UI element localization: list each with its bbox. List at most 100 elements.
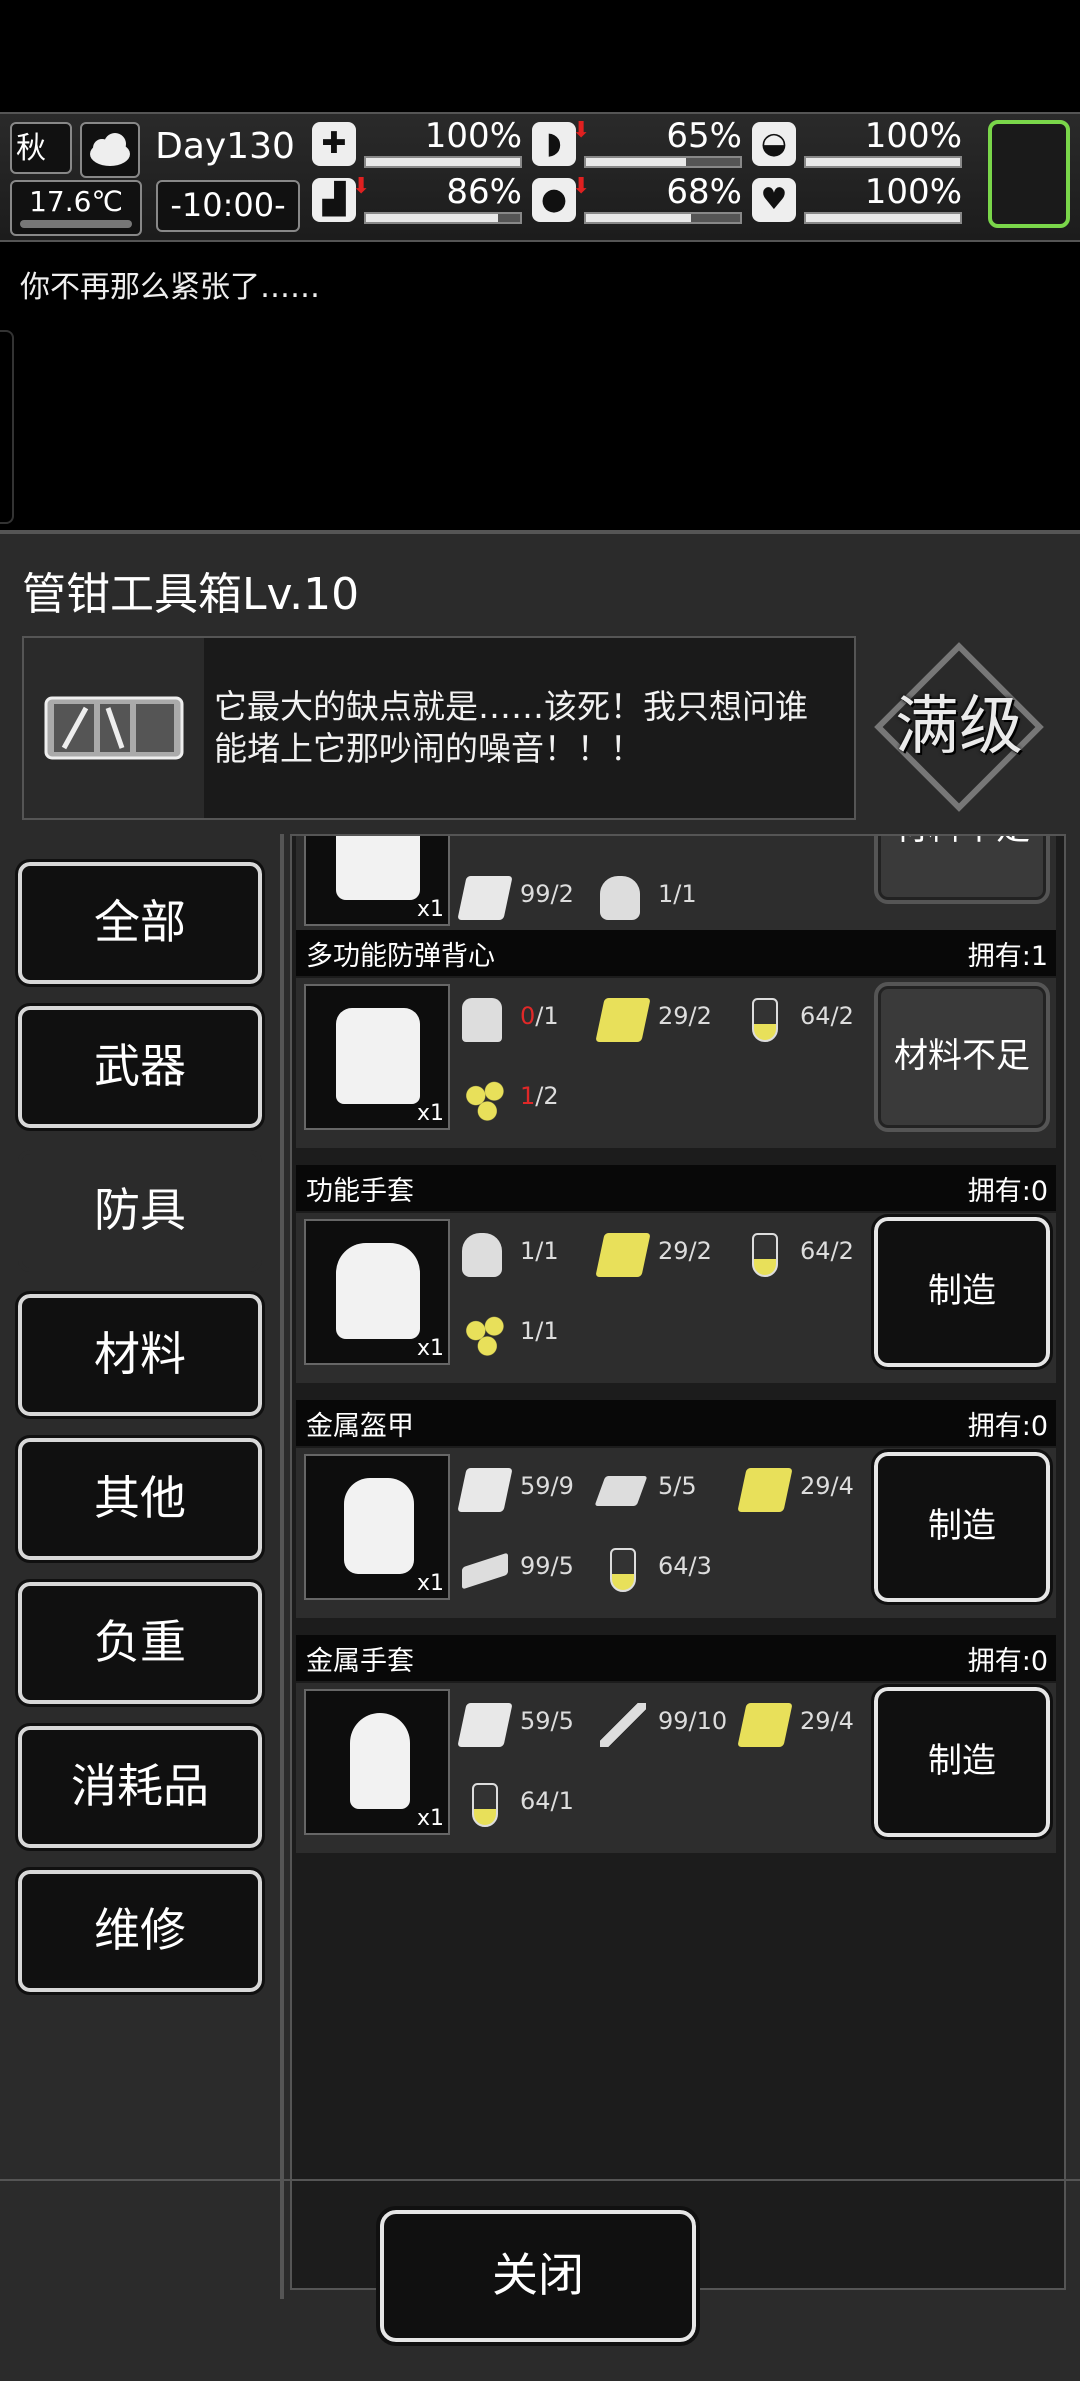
material-qty: 1/1 bbox=[520, 1237, 559, 1265]
flask-icon bbox=[610, 1548, 636, 1592]
material-need: /2 bbox=[688, 1002, 712, 1030]
material-have: 1 bbox=[520, 1317, 536, 1345]
stat-mood: ♥ 100% bbox=[752, 172, 962, 226]
category-tab-5[interactable]: 负重 bbox=[15, 1579, 265, 1707]
material-need: /5 bbox=[673, 1472, 697, 1500]
stat-bar bbox=[804, 212, 962, 224]
flask-icon bbox=[752, 1233, 778, 1277]
side-tab-edge[interactable] bbox=[0, 330, 14, 524]
material-have: 1 bbox=[520, 1237, 536, 1265]
stat-bar-fill bbox=[586, 214, 691, 222]
quantity-x1: x1 bbox=[416, 1806, 444, 1831]
owned-count: 拥有:0 bbox=[967, 1646, 1048, 1677]
stat-hunger: ◗ ⬇ 65% bbox=[532, 116, 742, 170]
material-have: 0 bbox=[520, 1002, 536, 1030]
armor-item-icon bbox=[344, 1478, 414, 1574]
material-qty: 29/2 bbox=[658, 1237, 712, 1265]
item-thumbnail: x1 bbox=[304, 836, 450, 926]
stat-thirst: ● ⬇ 68% bbox=[532, 172, 742, 226]
material-qty: 0/1 bbox=[520, 1002, 559, 1030]
material-have: 59 bbox=[520, 1472, 551, 1500]
medkit-icon: ✚ bbox=[312, 122, 356, 166]
category-tab-7[interactable]: 维修 bbox=[15, 1867, 265, 1995]
category-divider bbox=[280, 834, 284, 2299]
day-label: Day130 bbox=[155, 126, 295, 167]
stat-value: 100% bbox=[424, 116, 522, 156]
quantity-x1: x1 bbox=[416, 1101, 444, 1126]
material-qty: 99/5 bbox=[520, 1552, 574, 1580]
category-tab-2[interactable]: 防具 bbox=[18, 1150, 262, 1272]
cloth-icon bbox=[457, 1468, 513, 1512]
stat-bar bbox=[584, 156, 742, 168]
material-have: 29 bbox=[800, 1707, 831, 1735]
recipe-body: x1 59/5 99/10 29/4 64/1 制造 bbox=[296, 1683, 1056, 1853]
stomach-icon: ◗ bbox=[532, 122, 576, 166]
material-have: 29 bbox=[658, 1237, 689, 1265]
material-qty: 59/5 bbox=[520, 1707, 574, 1735]
recipe-header: 功能手套 拥有:0 bbox=[296, 1165, 1056, 1211]
material-need: /9 bbox=[550, 1472, 574, 1500]
gold-nuggets-icon bbox=[462, 1078, 508, 1122]
craft-button[interactable]: 制造 bbox=[871, 1449, 1053, 1605]
item-thumbnail: x1 bbox=[304, 1219, 450, 1365]
gold-cloth-icon bbox=[595, 998, 651, 1042]
material-have: 99 bbox=[658, 1707, 689, 1735]
item-thumbnail: x1 bbox=[304, 1689, 450, 1835]
material-qty: 1/1 bbox=[520, 1317, 559, 1345]
quantity-x1: x1 bbox=[416, 897, 444, 922]
footer-divider bbox=[0, 2179, 1080, 2181]
stat-health: ✚ 100% bbox=[312, 116, 522, 170]
recipe-header: 金属手套 拥有:0 bbox=[296, 1635, 1056, 1681]
craft-button-disabled[interactable]: 材料不足 bbox=[874, 982, 1050, 1132]
cloth-icon bbox=[457, 1703, 513, 1747]
crafting-panel: 管钳工具箱Lv.10 它最大的缺点就是……该死！我只想问谁能堵上它那吵闹的噪音！… bbox=[0, 530, 1080, 2381]
material-need: /2 bbox=[830, 1237, 854, 1265]
water-drop-icon: ● bbox=[532, 178, 576, 222]
material-have: 64 bbox=[658, 1552, 689, 1580]
recipe-header: 多功能防弹背心 拥有:1 bbox=[296, 930, 1056, 976]
stat-value: 100% bbox=[864, 172, 962, 212]
recipe-name: 金属盔甲 bbox=[306, 1411, 414, 1442]
vest-icon bbox=[462, 998, 502, 1042]
recipe-name: 功能手套 bbox=[306, 1176, 414, 1207]
category-tab-3[interactable]: 材料 bbox=[15, 1291, 265, 1419]
decrease-arrow-icon: ⬇ bbox=[572, 118, 591, 143]
material-qty: 64/2 bbox=[800, 1002, 854, 1030]
close-button[interactable]: 关闭 bbox=[376, 2206, 700, 2346]
description-box: 它最大的缺点就是……该死！我只想问谁能堵上它那吵闹的噪音！！！ bbox=[22, 636, 856, 820]
shield-icon: ◒ bbox=[752, 122, 796, 166]
material-qty: 99/10 bbox=[658, 1707, 727, 1735]
category-tab-1[interactable]: 武器 bbox=[15, 1003, 265, 1131]
armor-item-icon bbox=[336, 1008, 420, 1104]
item-description: 它最大的缺点就是……该死！我只想问谁能堵上它那吵闹的噪音！！！ bbox=[214, 687, 808, 768]
craft-button[interactable]: 制造 bbox=[871, 1214, 1053, 1370]
glove-icon bbox=[462, 1233, 502, 1277]
flask-icon bbox=[752, 998, 778, 1042]
stat-value: 65% bbox=[666, 116, 742, 156]
craft-button-disabled[interactable]: 材料不足 bbox=[874, 836, 1050, 904]
equipped-slot[interactable] bbox=[988, 120, 1070, 228]
recipe-name: 多功能防弹背心 bbox=[306, 941, 495, 972]
recipe-name: 金属手套 bbox=[306, 1646, 414, 1677]
stat-bar-fill bbox=[586, 158, 687, 166]
recipe-list[interactable]: x1 99/2 1/1 材料不足 多功能防弹背心拥有:1x10/129/264/… bbox=[290, 834, 1066, 2290]
ingot-icon bbox=[462, 1552, 508, 1590]
day-counter: Day130 bbox=[150, 122, 300, 174]
decrease-arrow-icon: ⬇ bbox=[352, 174, 371, 199]
temperature-bar bbox=[20, 220, 132, 228]
category-tab-0[interactable]: 全部 bbox=[15, 859, 265, 987]
recipe-body: x1 59/9 5/5 29/4 99/5 64/3 制造 bbox=[296, 1448, 1056, 1618]
owned-count: 拥有:0 bbox=[967, 1411, 1048, 1442]
category-tab-4[interactable]: 其他 bbox=[15, 1435, 265, 1563]
material-qty: 29/4 bbox=[800, 1472, 854, 1500]
stat-bar bbox=[584, 212, 742, 224]
quantity-x1: x1 bbox=[416, 1336, 444, 1361]
material-need: /5 bbox=[550, 1552, 574, 1580]
material-have: 64 bbox=[800, 1237, 831, 1265]
event-message: 你不再那么紧张了…… bbox=[20, 270, 320, 305]
craft-button[interactable]: 制造 bbox=[871, 1684, 1053, 1840]
material-qty: 99/2 bbox=[520, 880, 574, 908]
category-tab-6[interactable]: 消耗品 bbox=[15, 1723, 265, 1851]
time-label: -10:00- bbox=[170, 186, 286, 224]
material-need: /1 bbox=[550, 1787, 574, 1815]
